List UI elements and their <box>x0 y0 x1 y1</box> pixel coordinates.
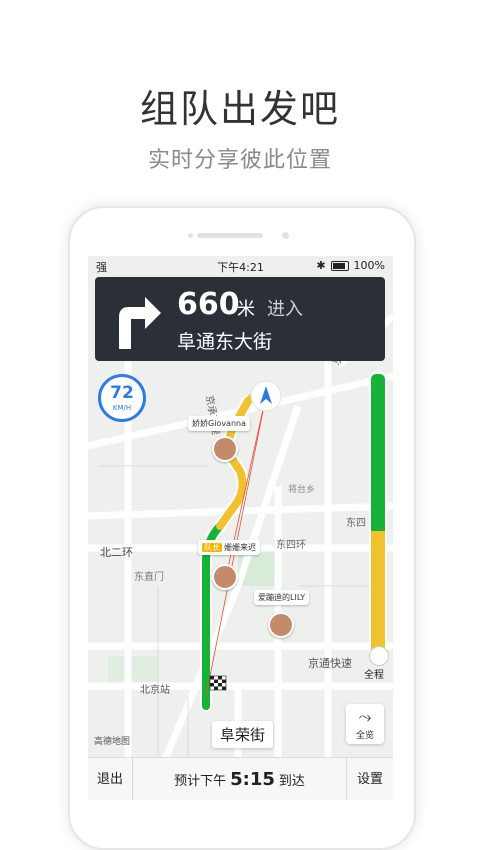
battery-level: 100% <box>353 259 385 272</box>
teammate-name: 娇娇Giovanna <box>192 419 246 428</box>
promo-title: 组队出发吧 <box>139 87 340 131</box>
turn-instruction-card[interactable]: 660 米 进入 阜通东大街 <box>95 277 385 361</box>
teammate-name: 姗姗来迟 <box>224 543 256 552</box>
distance-unit: 米 <box>237 299 255 320</box>
promo-subtitle: 实时分享彼此位置 <box>147 148 332 173</box>
map-label-area: 东直门 <box>134 570 164 583</box>
teammate-avatar[interactable] <box>212 436 238 462</box>
overview-button[interactable]: ⤳ 全览 <box>346 704 384 744</box>
map-label-road: 东四环 <box>276 538 306 551</box>
map-logo: 高德地图 <box>94 737 131 747</box>
eta-suffix: 到达 <box>278 774 305 789</box>
route-progress-label: 全程 <box>364 670 384 681</box>
route-overview-icon: ⤳ <box>358 707 372 726</box>
map-label-road: 东四 <box>346 516 366 529</box>
eta-prefix: 预计下午 <box>174 774 227 789</box>
phone-screen: 京承高速 东四环 北二环 京通快速 东直门 北京站 将台乡 京密路 东四 强 下… <box>88 256 393 800</box>
teammate-label: 爱蹦迪的LILY <box>254 590 310 605</box>
phone-camera <box>282 232 289 239</box>
status-right: ✱ 100% <box>316 259 385 272</box>
speed-value: 72 <box>110 383 134 403</box>
route-progress-bar <box>369 372 387 661</box>
battery-icon <box>330 260 349 271</box>
settings-button[interactable]: 设置 <box>346 758 393 800</box>
bluetooth-icon: ✱ <box>316 259 326 272</box>
destination-label: 阜荣街 <box>212 721 274 748</box>
speed-unit: KM/H <box>112 404 132 412</box>
next-street: 阜通东大街 <box>177 331 273 353</box>
phone-sensor <box>188 233 193 238</box>
teammate-avatar[interactable] <box>212 564 238 590</box>
phone-speaker <box>197 233 263 238</box>
position-arrow-icon <box>369 646 389 666</box>
map-label-area: 北京站 <box>140 683 170 696</box>
eta-display: 预计下午 5:15 到达 <box>132 758 347 800</box>
map-label-area: 将台乡 <box>288 483 315 495</box>
map-label-road: 京通快速 <box>308 656 352 670</box>
eta-time: 5:15 <box>230 769 275 790</box>
turn-right-arrow-icon <box>119 297 161 349</box>
teammate-label: 队长 姗姗来迟 <box>198 540 260 555</box>
route-progress-remaining <box>371 530 385 659</box>
bottom-bar: 退出 预计下午 5:15 到达 设置 <box>88 757 393 800</box>
turn-distance: 660 <box>177 287 240 322</box>
exit-button[interactable]: 退出 <box>88 758 133 800</box>
turn-action: 进入 <box>267 299 303 320</box>
overview-label: 全览 <box>355 731 374 741</box>
teammate-avatar[interactable] <box>268 612 294 638</box>
speed-indicator: 72 KM/H <box>98 374 146 422</box>
teammate-label: 娇娇Giovanna <box>188 416 250 431</box>
teammate-name: 爱蹦迪的LILY <box>258 593 306 602</box>
status-bar: 强 下午4:21 ✱ 100% <box>88 256 393 276</box>
map-label-road: 北二环 <box>100 546 133 559</box>
leader-badge: 队长 <box>202 543 222 552</box>
